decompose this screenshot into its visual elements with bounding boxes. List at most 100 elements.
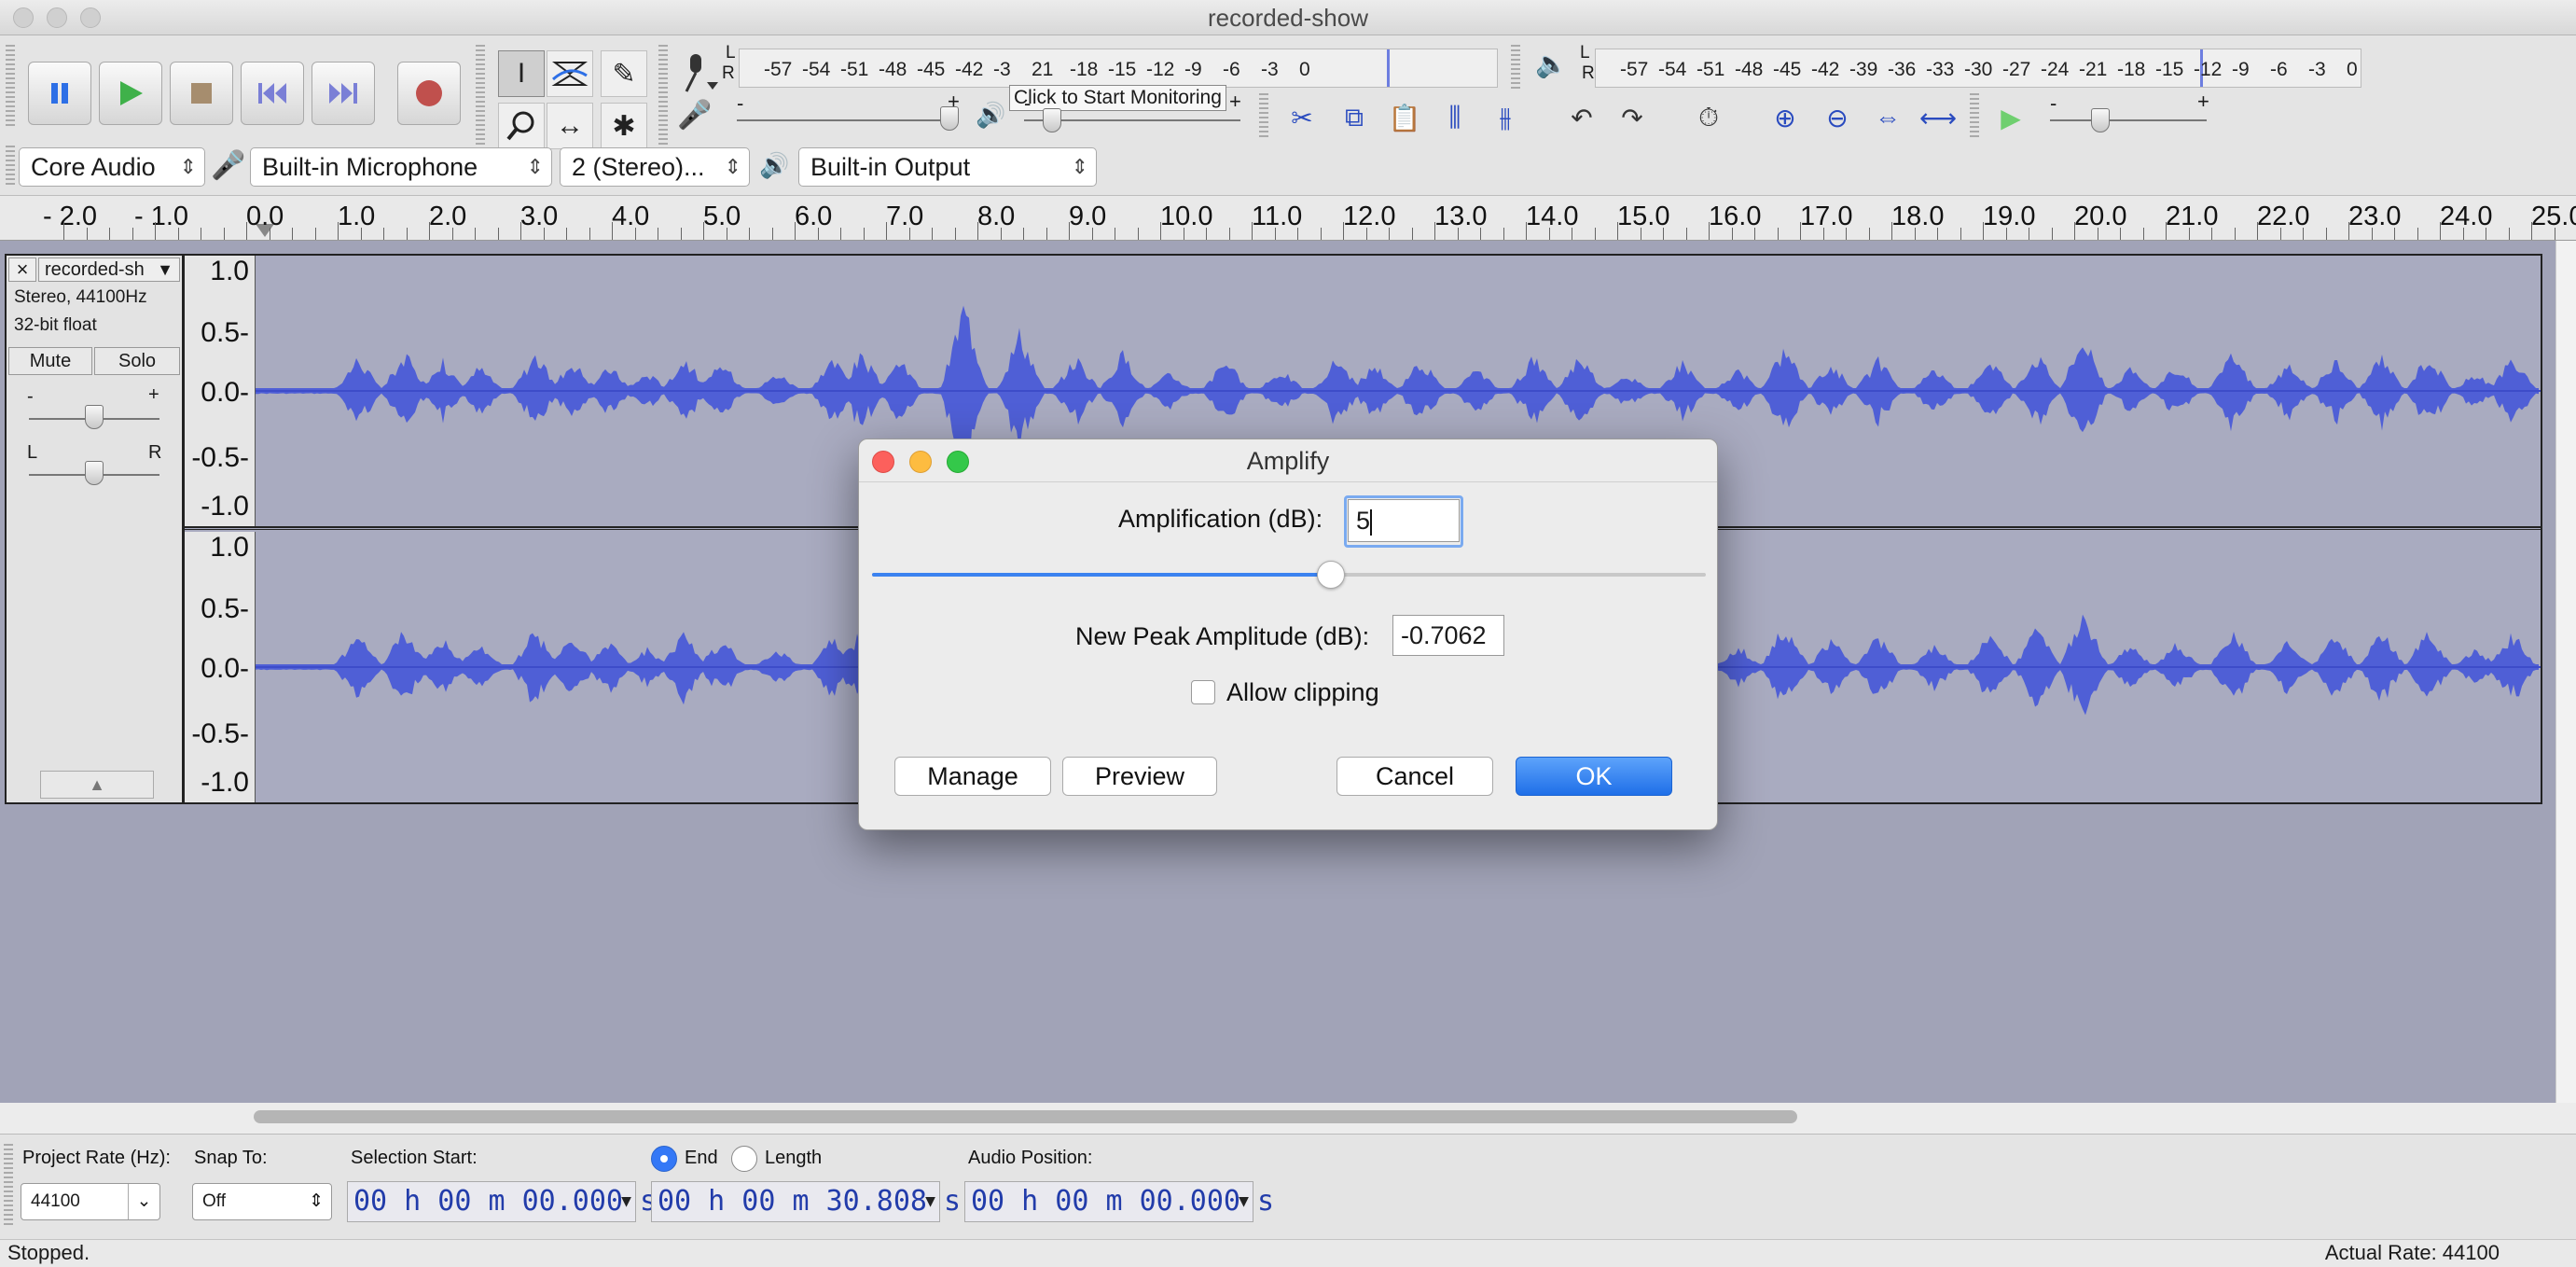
end-radio[interactable] xyxy=(651,1146,677,1172)
cut-button[interactable]: ✂ xyxy=(1280,95,1324,140)
dialog-close-button[interactable] xyxy=(872,451,894,473)
ruler-tick xyxy=(2440,222,2441,240)
sync-lock-button[interactable]: ⏱ xyxy=(1686,95,1731,140)
zoom-tool[interactable] xyxy=(498,103,545,149)
playback-meter[interactable]: -57 -54 -51 -48 -45 -42 -39 -36 -33 -30 -27 -24 -21-… xyxy=(1595,49,2361,88)
silence-button[interactable]: ⫵ xyxy=(1483,95,1528,140)
allow-clipping-checkbox[interactable] xyxy=(1191,680,1215,704)
ruler-tick xyxy=(2394,228,2395,240)
play-at-speed-button[interactable]: ▶ xyxy=(1988,95,2033,140)
output-volume-slider[interactable] xyxy=(1043,108,1061,132)
copy-button[interactable]: ⧉ xyxy=(1332,95,1377,140)
vertical-ruler-right: 1.0 0.5- 0.0- -0.5- -1.0 xyxy=(185,532,256,802)
toolbar-grip[interactable] xyxy=(1970,93,1979,140)
timeline-ruler[interactable]: - 2.0 - 1.0 0.0 1.0 2.0 3.0 4.0 5.0 6.0 7.0 8.0 9.0… xyxy=(0,196,2576,241)
mute-button[interactable]: Mute xyxy=(8,347,92,375)
time-shift-tool[interactable]: ↔ xyxy=(547,103,593,149)
solo-button[interactable]: Solo xyxy=(94,347,180,375)
multi-tool[interactable]: ✱ xyxy=(601,103,647,149)
vruler-label: 0.5- xyxy=(201,593,249,624)
selection-start-time[interactable]: 00 h 00 m 00.000 s ▼ xyxy=(347,1181,657,1222)
dialog-zoom-button[interactable] xyxy=(947,451,969,473)
toolbar-grip[interactable] xyxy=(6,146,15,187)
length-radio[interactable] xyxy=(731,1146,757,1172)
ok-button[interactable]: OK xyxy=(1516,757,1672,796)
vruler-label: -1.0 xyxy=(201,767,249,798)
ruler-label: 12.0 xyxy=(1343,202,1396,231)
play-speed-slider[interactable] xyxy=(2091,108,2110,132)
ruler-tick xyxy=(132,228,133,240)
toolbar-grip[interactable] xyxy=(1511,45,1520,91)
updown-arrow-icon: ⇕ xyxy=(179,155,197,178)
play-button[interactable] xyxy=(99,62,162,125)
ruler-tick xyxy=(1091,228,1093,240)
slider-thumb[interactable] xyxy=(1316,561,1345,589)
gain-slider[interactable] xyxy=(85,405,104,429)
audio-position-time[interactable]: 00 h 00 m 00.000 s ▼ xyxy=(964,1181,1274,1222)
trim-button[interactable]: ⫼ xyxy=(1433,95,1477,140)
redo-button[interactable]: ↷ xyxy=(1610,95,1655,140)
ruler-tick xyxy=(1252,222,1253,240)
project-rate-combo[interactable]: 44100 ⌄ xyxy=(21,1183,160,1220)
pause-button[interactable] xyxy=(28,62,91,125)
manage-button[interactable]: Manage xyxy=(894,757,1051,796)
paste-button[interactable]: 📋 xyxy=(1382,95,1427,140)
ruler-tick xyxy=(680,228,682,240)
stop-button[interactable] xyxy=(170,62,233,125)
peak-amplitude-input[interactable]: -0.7062 xyxy=(1392,615,1504,656)
cancel-button[interactable]: Cancel xyxy=(1336,757,1493,796)
ruler-label: 22.0 xyxy=(2257,202,2310,231)
record-meter[interactable]: -57 -54 -51 -48 -45 -42 -3 21 -18 -15 -12 -9 -6 -3 0 xyxy=(739,49,1498,88)
pan-slider[interactable] xyxy=(85,461,104,485)
stop-icon xyxy=(191,83,212,104)
ruler-tick xyxy=(2234,228,2236,240)
input-channels-select[interactable]: 2 (Stereo)... ⇕ xyxy=(560,147,750,187)
skip-to-end-button[interactable] xyxy=(312,62,375,125)
ruler-tick xyxy=(886,222,887,240)
record-meter-channel-r: R xyxy=(722,63,735,83)
track-close-button[interactable]: × xyxy=(8,258,36,282)
selection-end-time[interactable]: 00 h 00 m 30.808 s ▼ xyxy=(651,1181,961,1222)
snap-to-select[interactable]: Off ⇕ xyxy=(192,1183,332,1220)
fit-selection-button[interactable]: ⇔ xyxy=(1865,95,1910,140)
ruler-tick xyxy=(2417,228,2418,240)
snap-to-label: Snap To: xyxy=(194,1148,268,1168)
peak-amplitude-value: -0.7062 xyxy=(1401,621,1487,649)
output-device-select[interactable]: Built-in Output ⇕ xyxy=(798,147,1097,187)
toolbar-grip[interactable] xyxy=(6,45,15,129)
dialog-minimize-button[interactable] xyxy=(909,451,932,473)
horizontal-scrollbar[interactable] xyxy=(254,1110,1797,1123)
toolbar-grip[interactable] xyxy=(4,1144,13,1228)
meter-scale-label: -51 xyxy=(1697,59,1725,80)
envelope-icon xyxy=(551,62,589,86)
ruler-tick xyxy=(2279,228,2281,240)
toolbar-grip[interactable] xyxy=(1259,93,1268,140)
meter-scale-label: -30 xyxy=(1964,59,1993,80)
meter-scale-label: 21 xyxy=(1032,59,1054,80)
ruler-tick xyxy=(1777,228,1779,240)
vertical-scrollbar[interactable] xyxy=(2555,241,2576,1103)
input-volume-slider[interactable] xyxy=(940,106,959,131)
zoom-in-button[interactable]: ⊕ xyxy=(1763,95,1807,140)
ruler-tick xyxy=(2005,228,2007,240)
window-title: recorded-show xyxy=(1208,4,1368,32)
skip-to-start-button[interactable] xyxy=(241,62,304,125)
zoom-out-button[interactable]: ⊖ xyxy=(1815,95,1860,140)
record-meter-icon[interactable] xyxy=(677,50,722,95)
amplification-slider[interactable] xyxy=(872,561,1706,589)
amplification-input[interactable]: 5 xyxy=(1348,499,1460,542)
fit-project-button[interactable]: ⟷ xyxy=(1916,95,1960,140)
play-meter-icon[interactable]: 🔈 xyxy=(1535,49,1568,79)
selection-tool[interactable]: I xyxy=(498,50,545,97)
audio-host-select[interactable]: Core Audio ⇕ xyxy=(19,147,205,187)
record-button[interactable] xyxy=(397,62,461,125)
input-device-select[interactable]: Built-in Microphone ⇕ xyxy=(250,147,552,187)
ruler-tick xyxy=(2074,222,2075,240)
undo-button[interactable]: ↶ xyxy=(1559,95,1604,140)
slider-fill xyxy=(872,573,1331,577)
draw-tool[interactable]: ✎ xyxy=(601,50,647,97)
collapse-track-button[interactable]: ▲ xyxy=(40,771,154,799)
track-name-menu[interactable]: recorded-sh ▼ xyxy=(38,258,180,282)
preview-button[interactable]: Preview xyxy=(1062,757,1217,796)
envelope-tool[interactable] xyxy=(547,50,593,97)
